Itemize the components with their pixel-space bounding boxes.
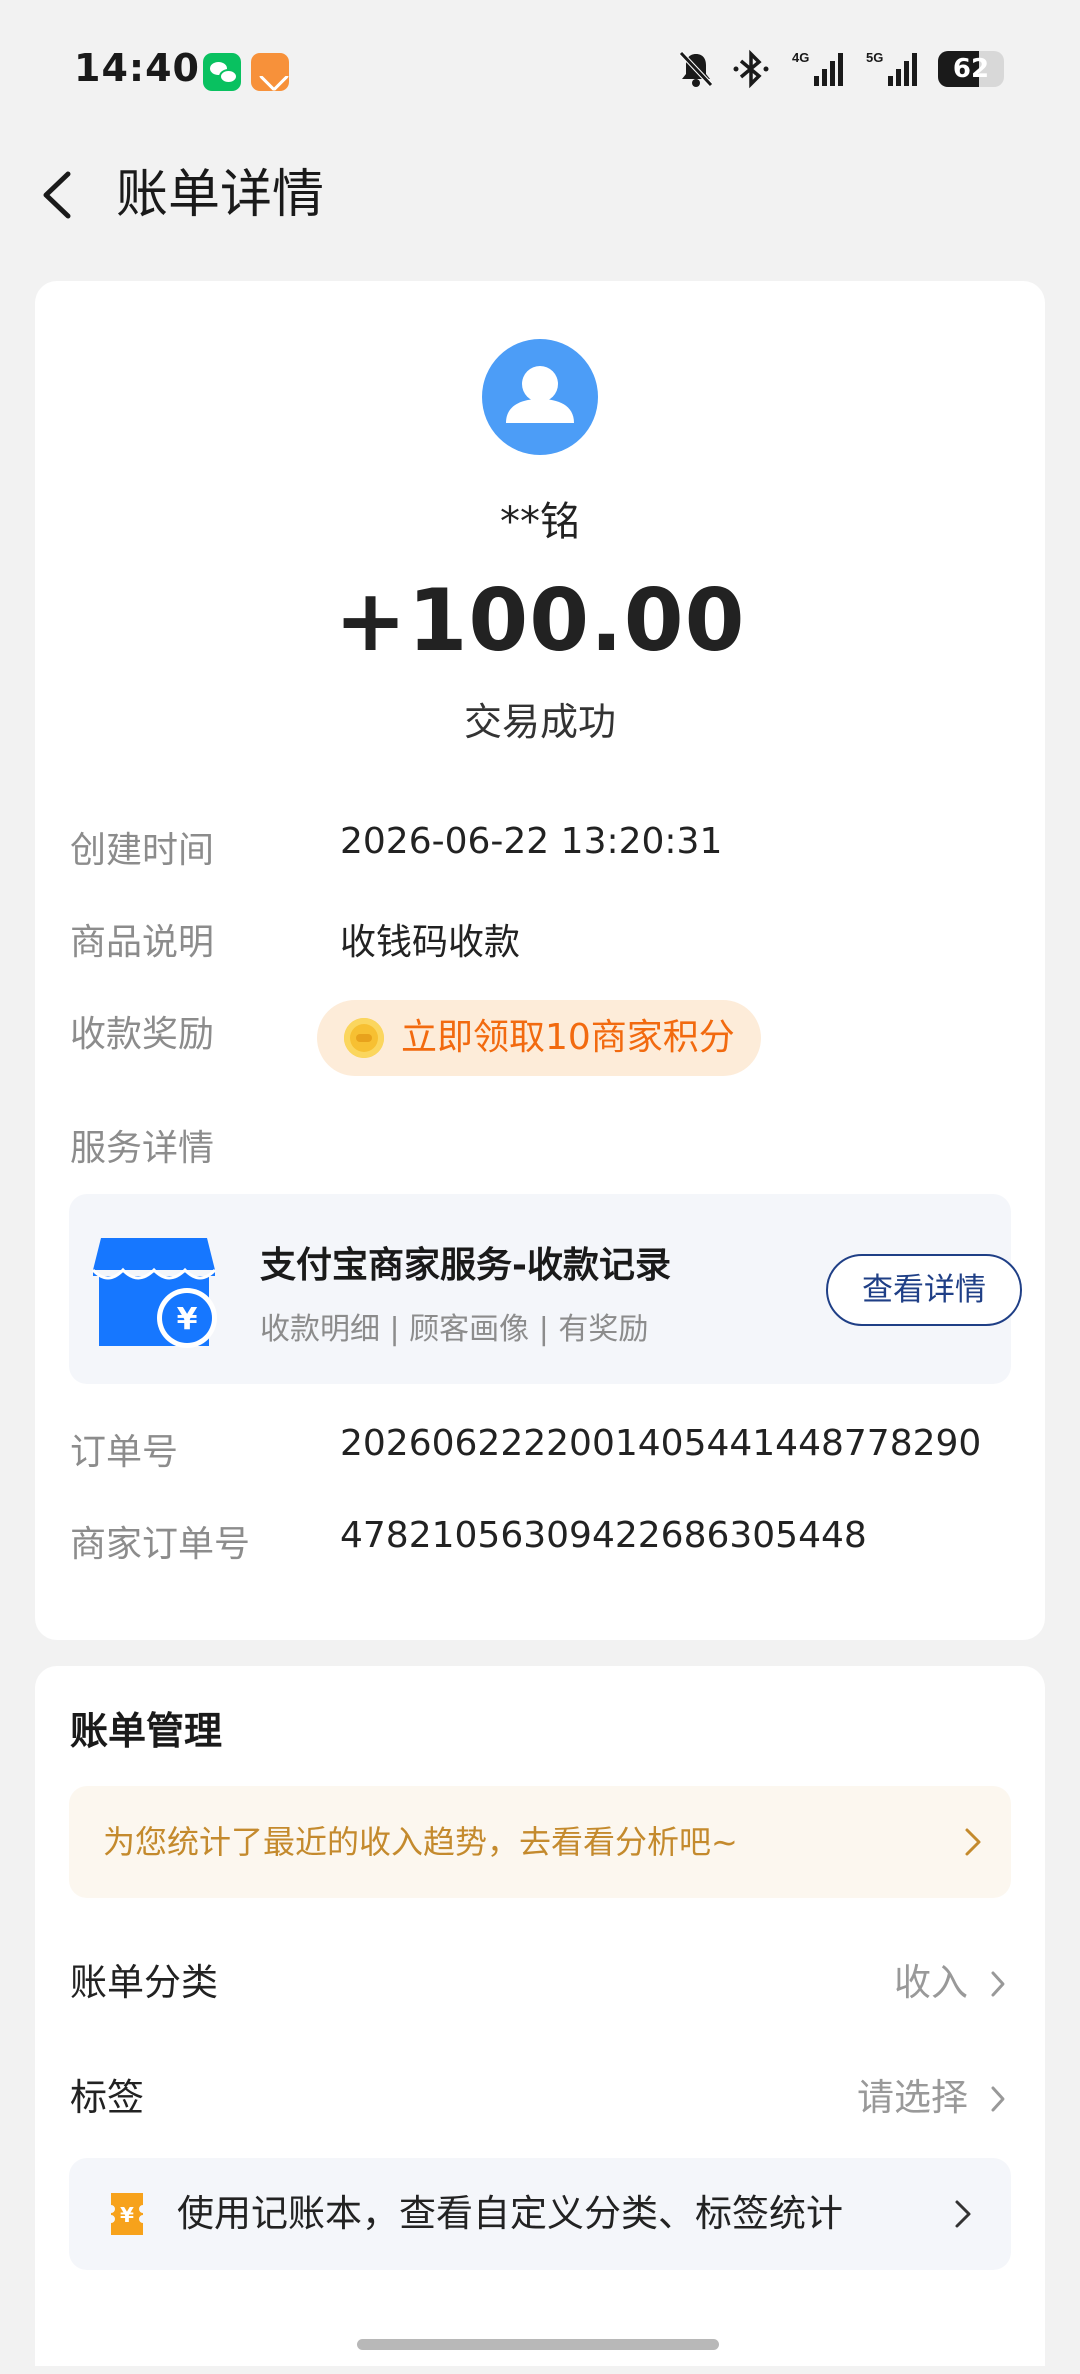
service-label: 服务详情 (70, 1128, 215, 1169)
chevron-right-icon (991, 2086, 1005, 2112)
signal-4g-icon: 4G (790, 48, 846, 90)
created-time-value: 2026-06-22 13:20:31 (340, 821, 723, 862)
chevron-right-icon (965, 1828, 981, 1856)
svg-text:¥: ¥ (177, 1302, 198, 1337)
status-time: 14:40 (74, 46, 200, 90)
svg-text:4G: 4G (792, 50, 809, 65)
claim-reward-label: 立即领取10商家积分 (401, 1017, 735, 1058)
ledger-text: 使用记账本，查看自定义分类、标签统计 (177, 2192, 843, 2235)
bill-category-value: 收入 (894, 1961, 968, 2004)
bill-category-label: 账单分类 (70, 1961, 218, 2004)
bill-category-row[interactable]: 账单分类 收入 (70, 1948, 1012, 2018)
battery-level: 62 (952, 54, 990, 84)
transaction-status: 交易成功 (463, 700, 616, 744)
order-number-label: 订单号 (70, 1432, 179, 1473)
reward-label: 收款奖励 (70, 1014, 215, 1055)
claim-reward-button[interactable]: 立即领取10商家积分 (317, 1000, 761, 1076)
tag-label: 标签 (70, 2076, 144, 2119)
income-trend-banner[interactable]: 为您统计了最近的收入趋势，去看看分析吧~ (69, 1786, 1011, 1898)
transaction-amount: +100.00 (334, 571, 746, 671)
nav-bar: 账单详情 (0, 140, 1080, 250)
merchant-service-card[interactable]: ¥ 支付宝商家服务-收款记录 收款明细 | 顾客画像 | 有奖励 查看详情 (69, 1194, 1022, 1384)
ledger-banner[interactable]: ¥ 使用记账本，查看自定义分类、标签统计 (69, 2158, 1011, 2270)
view-details-button[interactable]: 查看详情 (826, 1254, 1022, 1326)
transaction-card: **铭 +100.00 交易成功 创建时间 2026-06-22 13:20:3… (35, 281, 1045, 1640)
payer-name: **铭 (500, 499, 580, 545)
svg-text:¥: ¥ (120, 2203, 134, 2227)
svg-text:5G: 5G (866, 50, 883, 65)
status-bar: 14:40 4G 5G 62 (0, 0, 1080, 140)
mute-bell-icon (678, 50, 714, 88)
wechat-icon (203, 53, 241, 91)
income-trend-text: 为您统计了最近的收入趋势，去看看分析吧~ (103, 1823, 738, 1861)
back-icon (43, 171, 71, 219)
bill-management-title: 账单管理 (70, 1709, 223, 1753)
merchant-order-label: 商家订单号 (70, 1524, 251, 1565)
status-indicators: 4G 5G 62 (678, 46, 1004, 92)
user-avatar-icon (482, 339, 598, 455)
ledger-icon: ¥ (111, 2193, 143, 2235)
coin-icon (344, 1018, 384, 1058)
order-number-value: 2026062222001405441448778290 (340, 1423, 982, 1464)
chevron-right-icon (955, 2200, 971, 2228)
created-time-label: 创建时间 (70, 830, 215, 871)
back-button[interactable] (32, 162, 92, 228)
home-indicator[interactable] (357, 2339, 719, 2350)
service-title: 支付宝商家服务-收款记录 (260, 1245, 671, 1286)
page-title: 账单详情 (116, 165, 325, 225)
signal-5g-icon: 5G (864, 48, 920, 90)
product-value: 收钱码收款 (340, 922, 521, 963)
bill-management-card: 账单管理 为您统计了最近的收入趋势，去看看分析吧~ 账单分类 收入 标签 请选择… (35, 1666, 1045, 2366)
service-subtitle: 收款明细 | 顾客画像 | 有奖励 (260, 1312, 649, 1347)
merchant-order-value: 4782105630942268630544​8 (340, 1515, 867, 1556)
tag-row[interactable]: 标签 请选择 (70, 2063, 1012, 2133)
shop-icon: ¥ (91, 1238, 217, 1348)
orange-app-icon (251, 53, 289, 91)
chevron-right-icon (991, 1971, 1005, 1997)
product-label: 商品说明 (70, 922, 215, 963)
tag-value: 请选择 (857, 2076, 968, 2119)
bluetooth-icon (732, 49, 772, 89)
battery-indicator: 62 (938, 51, 1004, 87)
